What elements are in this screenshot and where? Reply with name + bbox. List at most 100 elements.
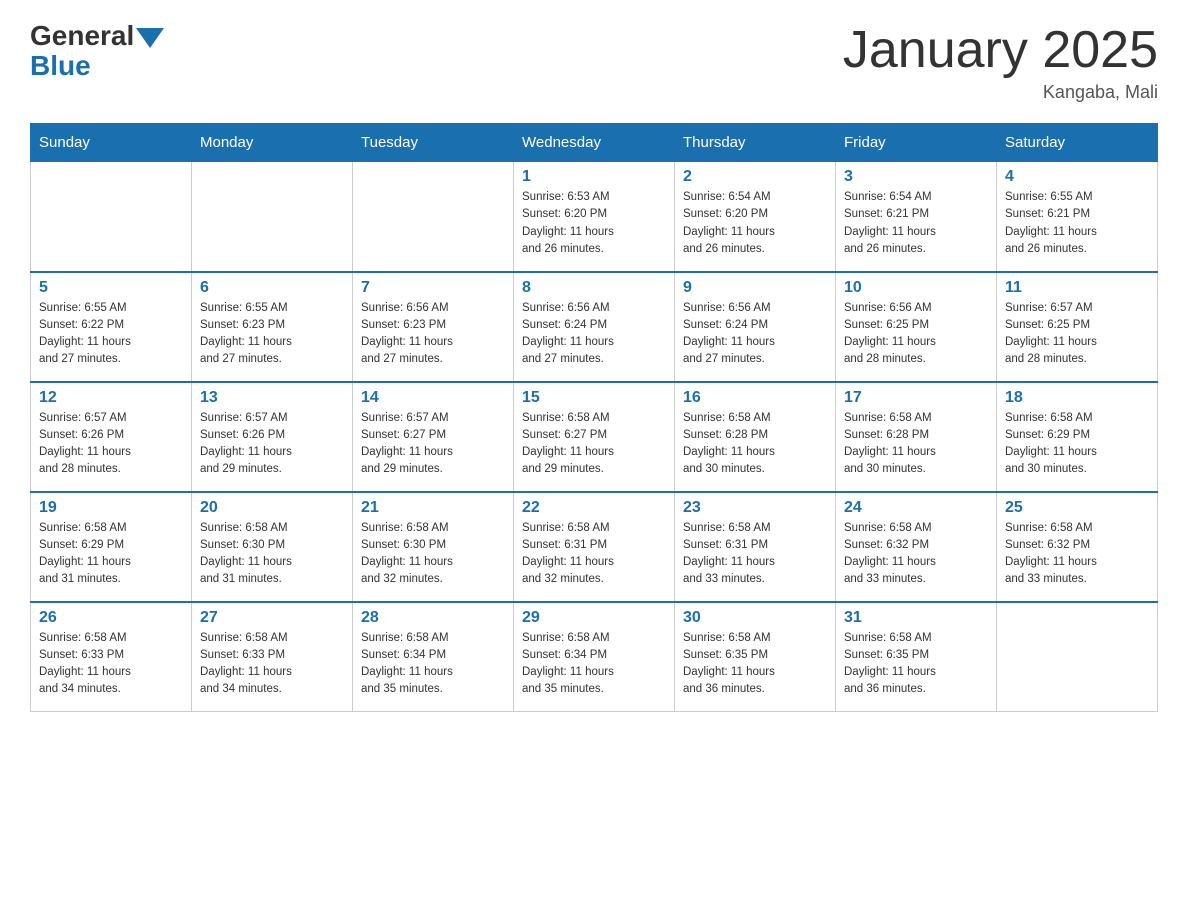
calendar-cell xyxy=(31,162,192,272)
day-info: Sunrise: 6:58 AM Sunset: 6:34 PM Dayligh… xyxy=(361,630,505,699)
day-info: Sunrise: 6:58 AM Sunset: 6:31 PM Dayligh… xyxy=(683,520,827,589)
day-info: Sunrise: 6:58 AM Sunset: 6:35 PM Dayligh… xyxy=(844,630,988,699)
day-info: Sunrise: 6:58 AM Sunset: 6:30 PM Dayligh… xyxy=(200,520,344,589)
calendar-cell: 15Sunrise: 6:58 AM Sunset: 6:27 PM Dayli… xyxy=(514,382,675,492)
logo-arrow-icon xyxy=(136,28,164,48)
day-number: 25 xyxy=(1005,499,1149,517)
logo-blue-text: Blue xyxy=(30,50,91,82)
day-number: 1 xyxy=(522,168,666,186)
calendar-cell: 10 Sunrise: 6:56 AM Sunset: 6:25 PM Dayli… xyxy=(836,272,997,382)
week-row-1: 1 Sunrise: 6:53 AM Sunset: 6:20 PM Daylig… xyxy=(31,162,1158,272)
calendar-cell: 22Sunrise: 6:58 AM Sunset: 6:31 PM Dayli… xyxy=(514,492,675,602)
logo-general-text: General xyxy=(30,20,134,52)
calendar-cell: 13 Sunrise: 6:57 AM Sunset: 6:26 PM Dayli… xyxy=(192,382,353,492)
day-number: 11 xyxy=(1005,279,1149,297)
day-number: 31 xyxy=(844,609,988,627)
day-number: 6 xyxy=(200,279,344,297)
day-number: 9 xyxy=(683,279,827,297)
calendar-cell: 18 Sunrise: 6:58 AM Sunset: 6:29 PM Dayli… xyxy=(997,382,1158,492)
day-info: Sunrise: 6:56 AM Sunset: 6:25 PM Dayligh… xyxy=(844,300,988,369)
day-number: 21 xyxy=(361,499,505,517)
calendar-cell: 9Sunrise: 6:56 AM Sunset: 6:24 PM Daylig… xyxy=(675,272,836,382)
day-info: Sunrise: 6:58 AM Sunset: 6:28 PM Dayligh… xyxy=(683,410,827,479)
day-info: Sunrise: 6:56 AM Sunset: 6:23 PM Dayligh… xyxy=(361,300,505,369)
day-info: Sunrise: 6:54 AM Sunset: 6:21 PM Dayligh… xyxy=(844,189,988,258)
calendar-cell: 14 Sunrise: 6:57 AM Sunset: 6:27 PM Dayli… xyxy=(353,382,514,492)
day-number: 23 xyxy=(683,499,827,517)
day-info: Sunrise: 6:55 AM Sunset: 6:21 PM Dayligh… xyxy=(1005,189,1149,258)
calendar-table: SundayMondayTuesdayWednesdayThursdayFrid… xyxy=(30,123,1158,712)
day-number: 29 xyxy=(522,609,666,627)
day-info: Sunrise: 6:58 AM Sunset: 6:29 PM Dayligh… xyxy=(1005,410,1149,479)
day-info: Sunrise: 6:58 AM Sunset: 6:33 PM Dayligh… xyxy=(39,630,183,699)
day-number: 30 xyxy=(683,609,827,627)
day-number: 10 xyxy=(844,279,988,297)
header-row: SundayMondayTuesdayWednesdayThursdayFrid… xyxy=(31,124,1158,162)
day-number: 3 xyxy=(844,168,988,186)
day-number: 26 xyxy=(39,609,183,627)
day-info: Sunrise: 6:58 AM Sunset: 6:32 PM Dayligh… xyxy=(844,520,988,589)
calendar-cell: 28 Sunrise: 6:58 AM Sunset: 6:34 PM Dayli… xyxy=(353,602,514,712)
calendar-cell: 16 Sunrise: 6:58 AM Sunset: 6:28 PM Dayli… xyxy=(675,382,836,492)
calendar-cell xyxy=(353,162,514,272)
calendar-cell: 30 Sunrise: 6:58 AM Sunset: 6:35 PM Dayli… xyxy=(675,602,836,712)
calendar-cell xyxy=(192,162,353,272)
page-header: General Blue January 2025 Kangaba, Mali xyxy=(30,20,1158,103)
day-info: Sunrise: 6:58 AM Sunset: 6:32 PM Dayligh… xyxy=(1005,520,1149,589)
calendar-cell: 20 Sunrise: 6:58 AM Sunset: 6:30 PM Dayli… xyxy=(192,492,353,602)
day-info: Sunrise: 6:55 AM Sunset: 6:22 PM Dayligh… xyxy=(39,300,183,369)
day-info: Sunrise: 6:58 AM Sunset: 6:33 PM Dayligh… xyxy=(200,630,344,699)
day-info: Sunrise: 6:53 AM Sunset: 6:20 PM Dayligh… xyxy=(522,189,666,258)
day-number: 5 xyxy=(39,279,183,297)
calendar-title: January 2025 xyxy=(843,20,1158,80)
calendar-cell: 23 Sunrise: 6:58 AM Sunset: 6:31 PM Dayli… xyxy=(675,492,836,602)
week-row-2: 5 Sunrise: 6:55 AM Sunset: 6:22 PM Daylig… xyxy=(31,272,1158,382)
calendar-cell: 29 Sunrise: 6:58 AM Sunset: 6:34 PM Dayli… xyxy=(514,602,675,712)
day-number: 13 xyxy=(200,389,344,407)
calendar-cell: 4Sunrise: 6:55 AM Sunset: 6:21 PM Daylig… xyxy=(997,162,1158,272)
day-number: 18 xyxy=(1005,389,1149,407)
calendar-cell: 26 Sunrise: 6:58 AM Sunset: 6:33 PM Dayli… xyxy=(31,602,192,712)
day-info: Sunrise: 6:58 AM Sunset: 6:29 PM Dayligh… xyxy=(39,520,183,589)
day-info: Sunrise: 6:57 AM Sunset: 6:26 PM Dayligh… xyxy=(39,410,183,479)
day-info: Sunrise: 6:55 AM Sunset: 6:23 PM Dayligh… xyxy=(200,300,344,369)
calendar-cell: 3 Sunrise: 6:54 AM Sunset: 6:21 PM Daylig… xyxy=(836,162,997,272)
week-row-3: 12Sunrise: 6:57 AM Sunset: 6:26 PM Dayli… xyxy=(31,382,1158,492)
calendar-cell: 8 Sunrise: 6:56 AM Sunset: 6:24 PM Daylig… xyxy=(514,272,675,382)
calendar-cell: 24 Sunrise: 6:58 AM Sunset: 6:32 PM Dayli… xyxy=(836,492,997,602)
day-number: 20 xyxy=(200,499,344,517)
day-number: 24 xyxy=(844,499,988,517)
day-number: 8 xyxy=(522,279,666,297)
calendar-cell: 17 Sunrise: 6:58 AM Sunset: 6:28 PM Dayli… xyxy=(836,382,997,492)
calendar-cell: 5 Sunrise: 6:55 AM Sunset: 6:22 PM Daylig… xyxy=(31,272,192,382)
day-number: 17 xyxy=(844,389,988,407)
day-info: Sunrise: 6:58 AM Sunset: 6:28 PM Dayligh… xyxy=(844,410,988,479)
day-info: Sunrise: 6:58 AM Sunset: 6:31 PM Dayligh… xyxy=(522,520,666,589)
day-number: 14 xyxy=(361,389,505,407)
day-number: 28 xyxy=(361,609,505,627)
calendar-cell: 7Sunrise: 6:56 AM Sunset: 6:23 PM Daylig… xyxy=(353,272,514,382)
day-info: Sunrise: 6:57 AM Sunset: 6:26 PM Dayligh… xyxy=(200,410,344,479)
calendar-subtitle: Kangaba, Mali xyxy=(843,82,1158,103)
day-info: Sunrise: 6:58 AM Sunset: 6:30 PM Dayligh… xyxy=(361,520,505,589)
column-header-wednesday: Wednesday xyxy=(514,124,675,162)
column-header-saturday: Saturday xyxy=(997,124,1158,162)
calendar-cell: 27Sunrise: 6:58 AM Sunset: 6:33 PM Dayli… xyxy=(192,602,353,712)
logo: General Blue xyxy=(30,20,164,82)
calendar-cell: 2Sunrise: 6:54 AM Sunset: 6:20 PM Daylig… xyxy=(675,162,836,272)
day-info: Sunrise: 6:57 AM Sunset: 6:25 PM Dayligh… xyxy=(1005,300,1149,369)
day-info: Sunrise: 6:54 AM Sunset: 6:20 PM Dayligh… xyxy=(683,189,827,258)
day-info: Sunrise: 6:56 AM Sunset: 6:24 PM Dayligh… xyxy=(522,300,666,369)
week-row-4: 19 Sunrise: 6:58 AM Sunset: 6:29 PM Dayli… xyxy=(31,492,1158,602)
calendar-cell: 1 Sunrise: 6:53 AM Sunset: 6:20 PM Daylig… xyxy=(514,162,675,272)
column-header-tuesday: Tuesday xyxy=(353,124,514,162)
calendar-cell: 12Sunrise: 6:57 AM Sunset: 6:26 PM Dayli… xyxy=(31,382,192,492)
day-number: 19 xyxy=(39,499,183,517)
day-info: Sunrise: 6:58 AM Sunset: 6:35 PM Dayligh… xyxy=(683,630,827,699)
column-header-thursday: Thursday xyxy=(675,124,836,162)
calendar-cell: 21 Sunrise: 6:58 AM Sunset: 6:30 PM Dayli… xyxy=(353,492,514,602)
day-info: Sunrise: 6:57 AM Sunset: 6:27 PM Dayligh… xyxy=(361,410,505,479)
day-info: Sunrise: 6:58 AM Sunset: 6:34 PM Dayligh… xyxy=(522,630,666,699)
day-number: 16 xyxy=(683,389,827,407)
day-info: Sunrise: 6:58 AM Sunset: 6:27 PM Dayligh… xyxy=(522,410,666,479)
